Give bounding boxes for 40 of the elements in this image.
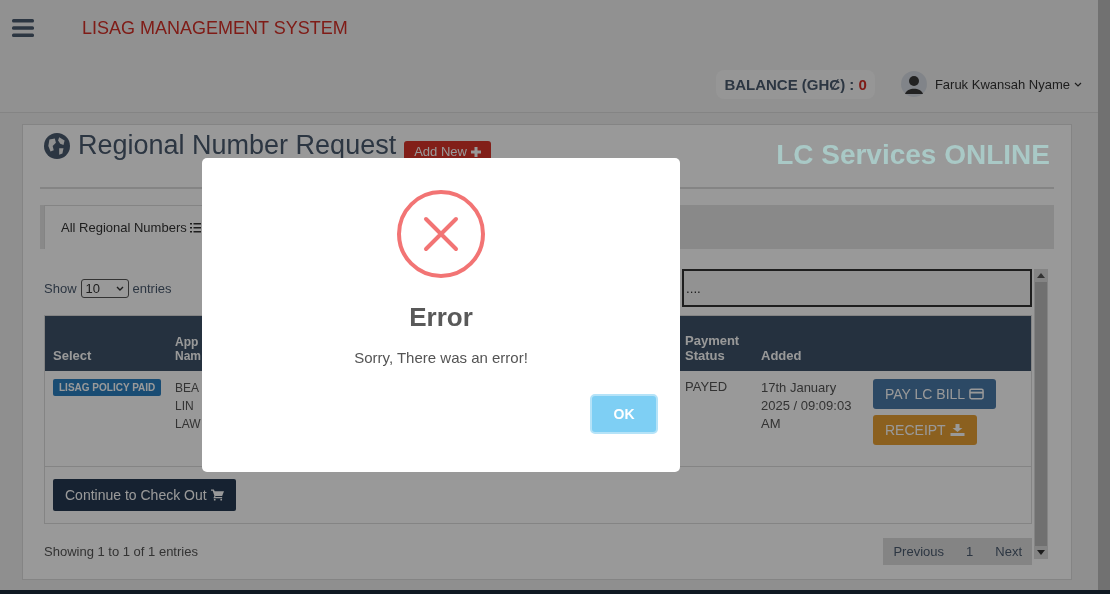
user-menu[interactable]: Faruk Kwansah Nyame bbox=[934, 76, 1070, 92]
ok-button[interactable]: OK bbox=[590, 394, 658, 434]
dialog-message: Sorry, There was an error! bbox=[354, 349, 528, 366]
receipt-button[interactable]: RECEIPT bbox=[873, 415, 977, 445]
checkout-button[interactable]: Continue to Check Out bbox=[53, 479, 236, 511]
pay-bill-button[interactable]: PAY LC BILL bbox=[873, 379, 997, 409]
column-header: Payment Status bbox=[685, 333, 741, 363]
scroll-down-icon[interactable] bbox=[1037, 550, 1045, 555]
balance-badge: BALANCE (GHȻ) : 0 bbox=[716, 69, 875, 99]
app-title: LISAG MANAGEMENT SYSTEM bbox=[82, 17, 348, 39]
page-link[interactable]: Next bbox=[995, 544, 1022, 559]
download-icon bbox=[949, 424, 965, 436]
globe-icon bbox=[44, 133, 70, 159]
entries-info: Showing 1 to 1 of 1 entries bbox=[44, 544, 198, 559]
scrollbar[interactable] bbox=[1034, 269, 1048, 559]
status-badge: LISAG POLICY PAID bbox=[53, 379, 162, 396]
credit-card-icon bbox=[969, 388, 985, 400]
column-header: App Nam bbox=[175, 335, 201, 363]
scroll-up-icon[interactable] bbox=[1037, 273, 1045, 278]
menu-icon[interactable] bbox=[12, 19, 34, 37]
show-label: Show bbox=[44, 280, 77, 296]
error-x-icon bbox=[397, 190, 485, 278]
search-field[interactable]: .... bbox=[682, 269, 1032, 307]
caret-icon[interactable] bbox=[1074, 81, 1082, 87]
chevron-down-icon[interactable] bbox=[115, 285, 124, 291]
page-link[interactable]: 1 bbox=[966, 544, 974, 559]
cart-icon bbox=[210, 489, 224, 501]
list-icon bbox=[189, 222, 201, 233]
dialog-title: Error bbox=[409, 302, 473, 333]
entries-label: entries bbox=[132, 280, 172, 296]
entries-select[interactable]: 10 bbox=[80, 278, 129, 298]
page-link[interactable]: Previous bbox=[893, 544, 945, 559]
page-title: Regional Number Request bbox=[78, 129, 397, 161]
avatar-icon[interactable] bbox=[900, 71, 927, 97]
table-cell-text: 17th January 2025 / 09:09:03 AM bbox=[761, 379, 853, 433]
column-header: Select bbox=[53, 348, 93, 363]
table-cell-text: BEA LIN LAW bbox=[175, 380, 201, 433]
page-scrollbar[interactable] bbox=[1098, 0, 1110, 590]
column-header: Added bbox=[761, 348, 803, 363]
table-cell: PAYED bbox=[685, 379, 728, 394]
